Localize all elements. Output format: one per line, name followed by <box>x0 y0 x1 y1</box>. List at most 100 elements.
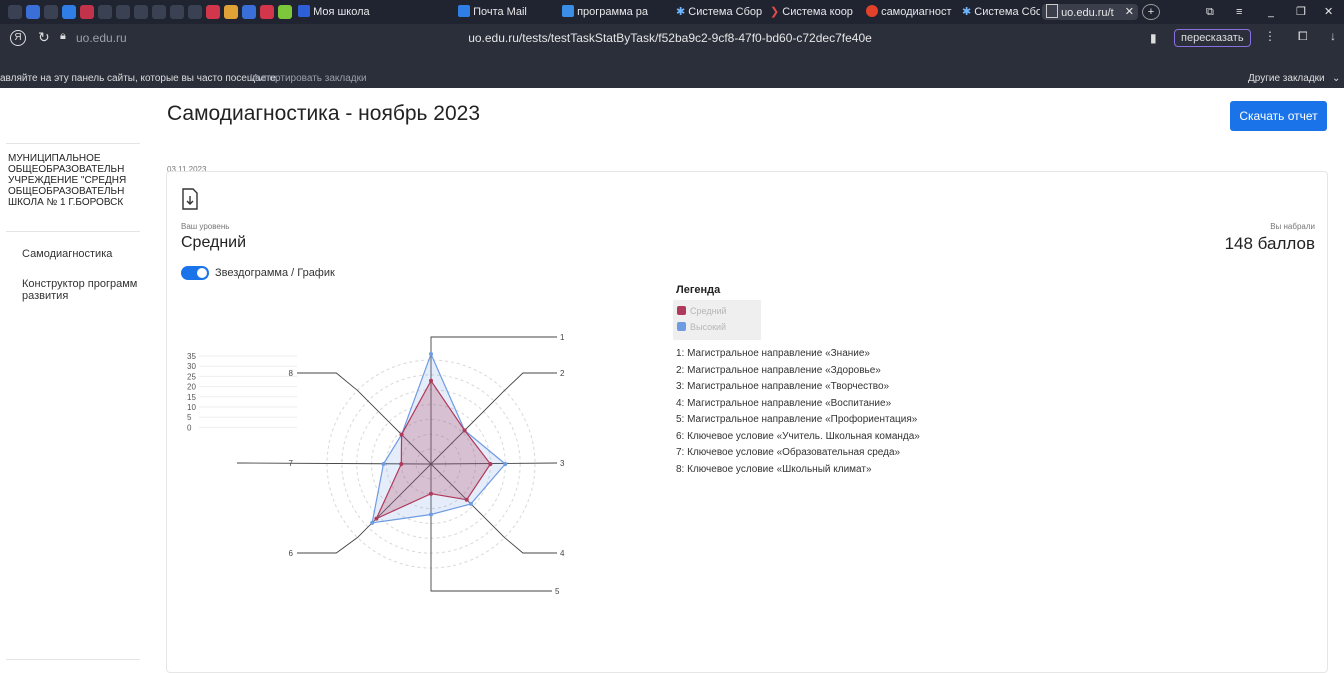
page-icon <box>1046 4 1058 18</box>
pinned-tab-icon[interactable] <box>188 5 202 19</box>
legend-series-1[interactable]: Высокий <box>690 322 726 332</box>
pinned-tab-icon[interactable] <box>98 5 112 19</box>
tabs-menu-icon[interactable] <box>8 5 22 19</box>
tab-favicon-icon <box>298 5 310 17</box>
file-download-icon[interactable] <box>181 188 199 210</box>
star-icon: ✱ <box>962 6 972 18</box>
tick-label: 5 <box>187 413 192 422</box>
data-point[interactable] <box>464 497 469 502</box>
bookmark-icon[interactable]: ▮ <box>1150 31 1157 45</box>
url-domain[interactable]: uo.edu.ru <box>76 31 127 45</box>
data-point[interactable] <box>462 428 467 433</box>
import-bookmarks-link[interactable]: Импортировать закладки <box>250 73 367 84</box>
close-window-icon[interactable]: ✕ <box>1324 4 1333 20</box>
tick-label: 10 <box>187 403 196 412</box>
data-point[interactable] <box>370 520 375 525</box>
address-bar: Я ↻ 🔒︎ uo.edu.ru uo.edu.ru/tests/testTas… <box>0 24 1344 52</box>
pinned-tab-icon[interactable] <box>260 5 274 19</box>
pinned-tab-icon[interactable] <box>116 5 130 19</box>
browser-tab-bar: Моя школа Почта Mail программа ра ✱ Сист… <box>0 0 1344 24</box>
other-bookmarks[interactable]: Другие закладки <box>1248 73 1325 84</box>
tab-samodiagnost[interactable]: самодиагност <box>866 4 958 20</box>
axis-label: 5 <box>555 587 560 596</box>
data-point[interactable] <box>429 491 433 496</box>
pinned-tab-icon[interactable] <box>134 5 148 19</box>
retell-button[interactable]: пересказать <box>1174 29 1251 47</box>
bookmarks-bar: авляйте на эту панель сайты, которые вы … <box>0 70 1344 88</box>
legend-axis-item: 1: Магистральное направление «Знание» <box>676 348 870 359</box>
data-point[interactable] <box>374 516 379 521</box>
data-point[interactable] <box>429 378 433 383</box>
menu-icon[interactable]: ≡ <box>1236 4 1242 20</box>
tab-sistema-sbor-1[interactable]: ✱ Система Сбор <box>676 4 766 20</box>
divider <box>6 143 140 144</box>
axis-label: 4 <box>560 549 565 558</box>
legend-box: Средний Высокий <box>673 300 761 340</box>
url-field[interactable]: uo.edu.ru/tests/testTaskStatByTask/f52ba… <box>390 31 950 45</box>
axis-label: 2 <box>560 369 565 378</box>
new-tab-icon[interactable]: + <box>1142 4 1160 20</box>
pinned-tab-icon[interactable] <box>26 5 40 19</box>
pinned-tab-icon[interactable] <box>170 5 184 19</box>
yandex-logo-icon[interactable]: Я <box>10 30 26 46</box>
pinned-tab-icon[interactable] <box>80 5 94 19</box>
tick-label: 25 <box>187 372 196 381</box>
legend-axis-item: 4: Магистральное направление «Воспитание… <box>676 397 892 409</box>
pinned-tab-icon[interactable] <box>224 5 238 19</box>
legend-axis-item: 2: Магистральное направление «Здоровье» <box>676 364 881 376</box>
legend-axis-item: 6: Ключевое условие «Учитель. Школьная к… <box>676 430 920 442</box>
legend-axis-item: 5: Магистральное направление «Профориент… <box>676 414 918 425</box>
legend-title: Легенда <box>676 284 721 296</box>
download-icon[interactable]: ↓ <box>1330 29 1336 43</box>
series-swatch <box>677 306 686 315</box>
axis-label: 6 <box>289 549 294 558</box>
legend-axis-item: 3: Магистральное направление «Творчество… <box>676 381 890 392</box>
lock-icon: 🔒︎ <box>60 30 66 42</box>
data-point[interactable] <box>399 432 404 437</box>
data-point[interactable] <box>381 462 386 466</box>
data-point[interactable] <box>429 352 433 357</box>
tick-label: 35 <box>187 352 196 361</box>
chart-toggle[interactable] <box>181 266 209 280</box>
tab-sistema-sbor-2[interactable]: ✱ Система Сбор <box>962 4 1040 20</box>
tab-sistema-koor[interactable]: ❯ Система коор <box>770 4 862 20</box>
data-point[interactable] <box>429 512 433 517</box>
data-point[interactable] <box>399 462 404 466</box>
close-tab-icon[interactable]: ✕ <box>1125 4 1134 20</box>
axis-label: 1 <box>560 333 565 342</box>
tab-active[interactable]: uo.edu.ru/t ✕ <box>1042 4 1138 20</box>
data-point[interactable] <box>488 462 493 466</box>
reload-icon[interactable]: ↻ <box>38 29 50 46</box>
org-name: МУНИЦИПАЛЬНОЕ ОБЩЕОБРАЗОВАТЕЛЬН УЧРЕЖДЕН… <box>8 153 127 208</box>
pinned-tab-icon[interactable] <box>278 5 292 19</box>
level-value: Средний <box>181 234 247 251</box>
sidebar-item-samodiagnostika[interactable]: Самодиагностика <box>22 248 112 260</box>
score-caption: Вы набрали <box>1270 222 1315 231</box>
chevron-down-icon[interactable]: ⌄ <box>1332 73 1340 84</box>
pinned-tab-icon[interactable] <box>44 5 58 19</box>
axis-label: 8 <box>289 369 294 378</box>
logo-icon: ❯ <box>770 6 780 18</box>
data-point[interactable] <box>468 501 473 506</box>
legend-series-0[interactable]: Средний <box>690 306 727 316</box>
tab-moya-shkola[interactable]: Моя школа <box>298 4 438 20</box>
data-point[interactable] <box>503 462 508 466</box>
tab-programma[interactable]: программа ра <box>562 4 672 20</box>
sidebar-item-konstruktor[interactable]: Конструктор программ развития <box>22 278 142 302</box>
page-title: Самодиагностика - ноябрь 2023 <box>167 102 481 125</box>
tick-label: 30 <box>187 362 196 371</box>
pinned-tab-icon[interactable] <box>62 5 76 19</box>
copy-icon[interactable]: ⧉ <box>1206 4 1214 20</box>
axis-label: 3 <box>560 459 565 468</box>
pinned-tab-icon[interactable] <box>206 5 220 19</box>
tab-pochta-mail[interactable]: Почта Mail <box>458 4 558 20</box>
pinned-tab-icon[interactable] <box>242 5 256 19</box>
divider <box>6 659 140 660</box>
pinned-tab-icon[interactable] <box>152 5 166 19</box>
download-report-button[interactable]: Скачать отчет <box>1230 101 1327 131</box>
restore-icon[interactable]: ❐ <box>1296 4 1306 20</box>
extensions-icon[interactable]: ⧠ <box>1298 29 1308 44</box>
more-icon[interactable]: ⋮ <box>1264 29 1276 43</box>
minimize-icon[interactable]: _ <box>1268 4 1274 20</box>
sidebar: МУНИЦИПАЛЬНОЕ ОБЩЕОБРАЗОВАТЕЛЬН УЧРЕЖДЕН… <box>0 88 145 662</box>
